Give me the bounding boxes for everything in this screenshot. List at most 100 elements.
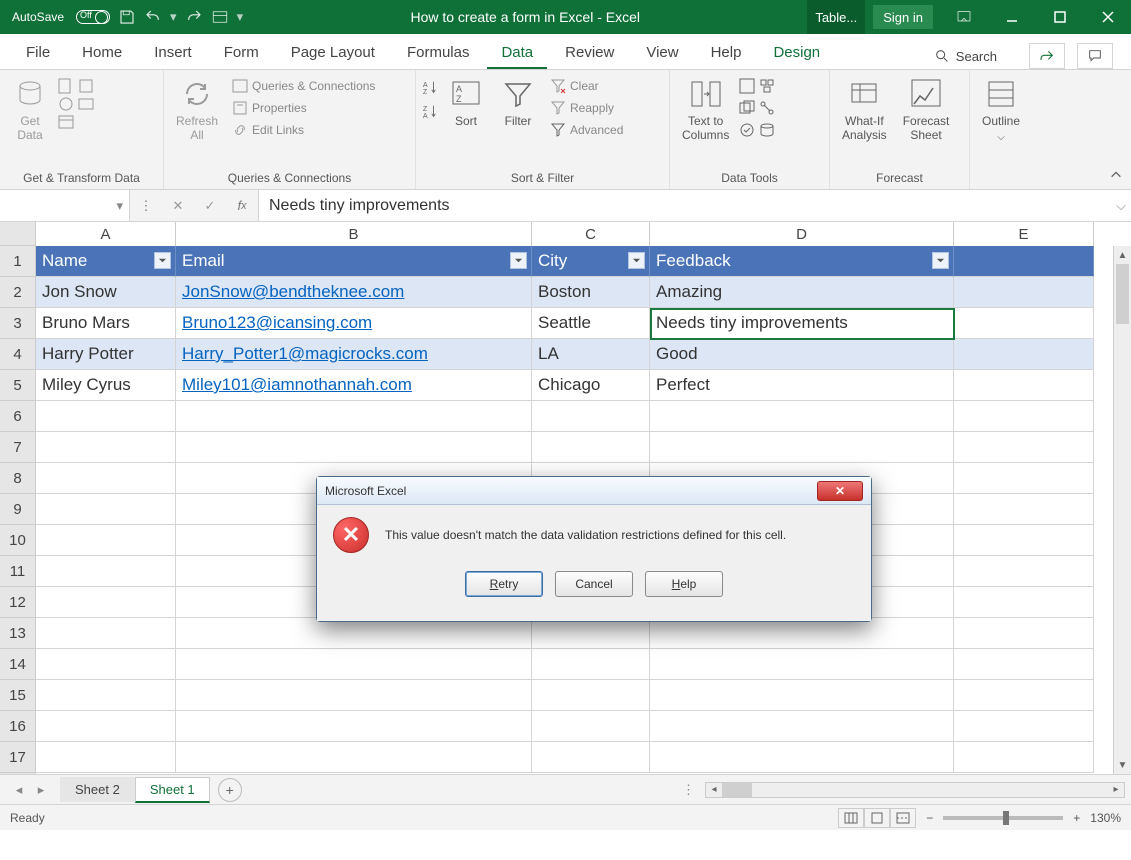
sheet-nav-next-icon[interactable]: ▸ (30, 782, 52, 798)
retry-button[interactable]: Retry (465, 571, 543, 597)
outline-button[interactable]: Outline⌵ (976, 76, 1026, 145)
collapse-ribbon-icon[interactable] (1109, 168, 1123, 185)
row-header[interactable]: 14 (0, 649, 35, 680)
ribbon-display-icon[interactable] (941, 0, 987, 34)
scroll-left-icon[interactable]: ◂ (706, 783, 722, 797)
cell[interactable]: Miley Cyrus (36, 370, 176, 401)
cell[interactable] (954, 370, 1094, 401)
row-header[interactable]: 15 (0, 680, 35, 711)
row-header[interactable]: 8 (0, 463, 35, 494)
filter-icon[interactable] (932, 252, 949, 269)
forecast-sheet-button[interactable]: Forecast Sheet (897, 76, 956, 144)
row-header[interactable]: 13 (0, 618, 35, 649)
tab-home[interactable]: Home (68, 36, 136, 69)
from-text-icon[interactable] (58, 78, 74, 94)
zoom-in-button[interactable]: + (1073, 811, 1080, 825)
save-icon[interactable] (118, 8, 136, 26)
cell[interactable]: Amazing (650, 277, 954, 308)
row-header[interactable]: 11 (0, 556, 35, 587)
text-to-columns-button[interactable]: Text to Columns (676, 76, 735, 144)
cell[interactable]: Bruno Mars (36, 308, 176, 339)
new-sheet-button[interactable]: + (218, 778, 242, 802)
undo-icon[interactable] (144, 8, 162, 26)
cell[interactable] (954, 339, 1094, 370)
view-page-layout-icon[interactable] (864, 808, 890, 828)
reapply-button[interactable]: Reapply (546, 98, 627, 118)
col-header-b[interactable]: B (176, 222, 532, 246)
autosave-toggle[interactable]: Off (76, 10, 110, 24)
filter-button[interactable]: Filter (494, 76, 542, 130)
cell[interactable]: LA (532, 339, 650, 370)
row-header[interactable]: 2 (0, 277, 35, 308)
tab-formulas[interactable]: Formulas (393, 36, 484, 69)
tab-view[interactable]: View (632, 36, 692, 69)
cell[interactable]: JonSnow@bendtheknee.com (176, 277, 532, 308)
cell[interactable]: Bruno123@icansing.com (176, 308, 532, 339)
clear-filter-button[interactable]: Clear (546, 76, 627, 96)
cell[interactable]: Chicago (532, 370, 650, 401)
form-quick-icon[interactable] (211, 8, 229, 26)
cell[interactable] (954, 308, 1094, 339)
redo-icon[interactable] (185, 8, 203, 26)
get-data-button[interactable]: Get Data (6, 76, 54, 144)
flash-fill-icon[interactable] (739, 78, 755, 94)
search-icon[interactable] (934, 48, 950, 64)
table-tools-tab[interactable]: Table... (807, 0, 865, 34)
cancel-formula-icon[interactable]: ✕ (162, 198, 194, 214)
row-header[interactable]: 9 (0, 494, 35, 525)
sign-in-button[interactable]: Sign in (873, 5, 933, 29)
data-model-icon[interactable] (759, 122, 775, 138)
existing-conn-icon[interactable] (78, 96, 94, 112)
tab-design[interactable]: Design (759, 36, 834, 69)
tab-data[interactable]: Data (487, 36, 547, 69)
remove-duplicates-icon[interactable] (739, 100, 755, 116)
col-header-c[interactable]: C (532, 222, 650, 246)
comments-button[interactable] (1077, 43, 1113, 69)
zoom-out-button[interactable]: − (926, 811, 933, 825)
row-header[interactable]: 17 (0, 742, 35, 773)
row-header[interactable]: 10 (0, 525, 35, 556)
header-email[interactable]: Email (176, 246, 532, 277)
cell[interactable]: Jon Snow (36, 277, 176, 308)
tab-page-layout[interactable]: Page Layout (277, 36, 389, 69)
sheet-nav-prev-icon[interactable]: ◂ (8, 782, 30, 798)
cell[interactable]: Good (650, 339, 954, 370)
filter-icon[interactable] (510, 252, 527, 269)
row-header[interactable]: 3 (0, 308, 35, 339)
row-header[interactable]: 6 (0, 401, 35, 432)
close-button[interactable] (1085, 0, 1131, 34)
whatif-button[interactable]: What-If Analysis (836, 76, 893, 144)
properties-button[interactable]: Properties (228, 98, 379, 118)
view-normal-icon[interactable] (838, 808, 864, 828)
minimize-button[interactable] (989, 0, 1035, 34)
col-header-d[interactable]: D (650, 222, 954, 246)
advanced-filter-button[interactable]: Advanced (546, 120, 627, 140)
cell[interactable]: Needs tiny improvements (650, 308, 954, 339)
search-label[interactable]: Search (956, 49, 997, 64)
vertical-scrollbar[interactable]: ▲ ▼ (1113, 246, 1131, 774)
insert-function-icon[interactable]: fx (226, 198, 258, 213)
tab-insert[interactable]: Insert (140, 36, 206, 69)
share-button[interactable] (1029, 43, 1065, 69)
cell[interactable]: Seattle (532, 308, 650, 339)
tab-form[interactable]: Form (210, 36, 273, 69)
zoom-slider[interactable] (943, 816, 1063, 820)
edit-links-button[interactable]: Edit Links (228, 120, 379, 140)
horizontal-scrollbar[interactable]: ◂ ▸ (705, 782, 1125, 798)
recent-sources-icon[interactable] (78, 78, 94, 94)
row-header[interactable]: 12 (0, 587, 35, 618)
header-city[interactable]: City (532, 246, 650, 277)
col-header-e[interactable]: E (954, 222, 1094, 246)
sort-asc-icon[interactable]: AZ (422, 80, 438, 96)
fx-menu-icon[interactable]: ⋮ (130, 198, 162, 214)
row-header[interactable]: 5 (0, 370, 35, 401)
scroll-up-icon[interactable]: ▲ (1114, 246, 1131, 264)
select-all-corner[interactable] (0, 222, 36, 246)
zoom-level[interactable]: 130% (1090, 811, 1121, 825)
scroll-right-icon[interactable]: ▸ (1108, 783, 1124, 797)
queries-connections-button[interactable]: Queries & Connections (228, 76, 379, 96)
sheet-tab-2[interactable]: Sheet 2 (60, 777, 135, 802)
cell[interactable]: Harry Potter (36, 339, 176, 370)
data-validation-icon[interactable] (739, 122, 755, 138)
maximize-button[interactable] (1037, 0, 1083, 34)
